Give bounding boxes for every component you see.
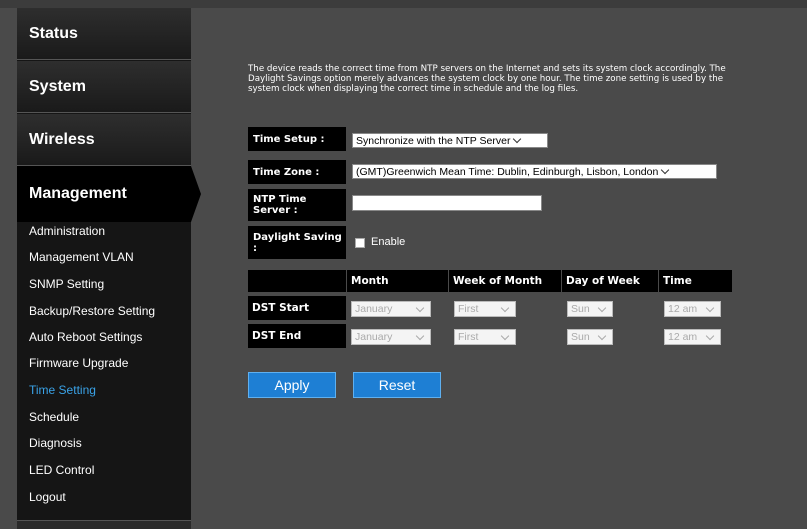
dst-start-day-value: Sun bbox=[571, 303, 590, 315]
sidebar-item-schedule[interactable]: Schedule bbox=[29, 410, 79, 424]
dst-header-month: Month bbox=[347, 270, 448, 292]
sidebar-section-status[interactable]: Status bbox=[17, 8, 191, 60]
dst-end-day-select[interactable]: Sun bbox=[567, 329, 613, 345]
dst-header-day: Day of Week bbox=[562, 270, 658, 292]
dst-start-week-select[interactable]: First bbox=[454, 301, 516, 317]
page: Status System Wireless Management Admini… bbox=[0, 0, 807, 529]
chevron-down-icon bbox=[705, 303, 715, 313]
dst-end-time-select[interactable]: 12 am bbox=[664, 329, 721, 345]
sidebar-item-logout[interactable]: Logout bbox=[29, 490, 66, 504]
dst-header-week: Week of Month bbox=[449, 270, 561, 292]
dst-start-time-select[interactable]: 12 am bbox=[664, 301, 721, 317]
sidebar-item-diagnosis[interactable]: Diagnosis bbox=[29, 436, 82, 450]
main-content: The device reads the correct time from N… bbox=[191, 8, 807, 528]
apply-button[interactable]: Apply bbox=[248, 372, 336, 398]
dst-end-month-select[interactable]: January bbox=[351, 329, 431, 345]
daylight-saving-enable-label: Enable bbox=[371, 236, 406, 248]
time-setup-select[interactable]: Synchronize with the NTP Server bbox=[352, 133, 548, 148]
daylight-saving-checkbox[interactable] bbox=[355, 238, 365, 248]
chevron-down-icon bbox=[415, 303, 425, 313]
time-setup-value: Synchronize with the NTP Server bbox=[356, 134, 511, 147]
sidebar-item-auto-reboot[interactable]: Auto Reboot Settings bbox=[29, 330, 142, 344]
sidebar-section-management[interactable]: Management bbox=[17, 166, 191, 222]
dst-start-time-value: 12 am bbox=[668, 303, 698, 315]
dst-start-week-value: First bbox=[458, 303, 479, 315]
sidebar-item-time-setting[interactable]: Time Setting bbox=[29, 383, 96, 397]
time-zone-select[interactable]: (GMT)Greenwich Mean Time: Dublin, Edinbu… bbox=[352, 164, 717, 179]
dst-start-label: DST Start bbox=[248, 296, 346, 320]
sidebar-item-management-vlan[interactable]: Management VLAN bbox=[29, 250, 134, 264]
dst-end-day-value: Sun bbox=[571, 331, 590, 343]
sidebar-item-led-control[interactable]: LED Control bbox=[29, 463, 94, 477]
sidebar-section-wireless[interactable]: Wireless bbox=[17, 114, 191, 166]
top-bar bbox=[0, 0, 807, 8]
dst-start-day-select[interactable]: Sun bbox=[567, 301, 613, 317]
dst-end-week-select[interactable]: First bbox=[454, 329, 516, 345]
sidebar-section-system[interactable]: System bbox=[17, 61, 191, 113]
chevron-down-icon bbox=[661, 165, 670, 174]
dst-start-month-value: January bbox=[355, 303, 393, 315]
chevron-down-icon bbox=[597, 303, 607, 313]
chevron-down-icon bbox=[513, 134, 522, 143]
time-zone-label: Time Zone : bbox=[248, 160, 346, 184]
time-setup-label: Time Setup : bbox=[248, 127, 346, 151]
ntp-server-label: NTP Time Server : bbox=[248, 189, 346, 221]
chevron-down-icon bbox=[597, 331, 607, 341]
chevron-down-icon bbox=[500, 331, 510, 341]
sidebar: Status System Wireless Management Admini… bbox=[17, 8, 201, 529]
dst-start-month-select[interactable]: January bbox=[351, 301, 431, 317]
chevron-down-icon bbox=[415, 331, 425, 341]
dst-table-corner bbox=[248, 270, 346, 292]
daylight-saving-label: Daylight Saving : bbox=[248, 226, 346, 259]
ntp-server-input[interactable] bbox=[352, 195, 542, 211]
chevron-down-icon bbox=[705, 331, 715, 341]
dst-end-week-value: First bbox=[458, 331, 479, 343]
page-description: The device reads the correct time from N… bbox=[248, 64, 726, 94]
chevron-down-icon bbox=[500, 303, 510, 313]
sidebar-item-firmware-upgrade[interactable]: Firmware Upgrade bbox=[29, 356, 128, 370]
dst-end-time-value: 12 am bbox=[668, 331, 698, 343]
reset-button[interactable]: Reset bbox=[353, 372, 441, 398]
time-zone-value: (GMT)Greenwich Mean Time: Dublin, Edinbu… bbox=[356, 165, 659, 178]
dst-end-month-value: January bbox=[355, 331, 393, 343]
sidebar-item-backup-restore[interactable]: Backup/Restore Setting bbox=[29, 304, 155, 318]
dst-header-time: Time bbox=[659, 270, 732, 292]
sidebar-item-snmp-setting[interactable]: SNMP Setting bbox=[29, 277, 104, 291]
sidebar-item-administration[interactable]: Administration bbox=[29, 224, 105, 238]
dst-end-label: DST End bbox=[248, 324, 346, 348]
